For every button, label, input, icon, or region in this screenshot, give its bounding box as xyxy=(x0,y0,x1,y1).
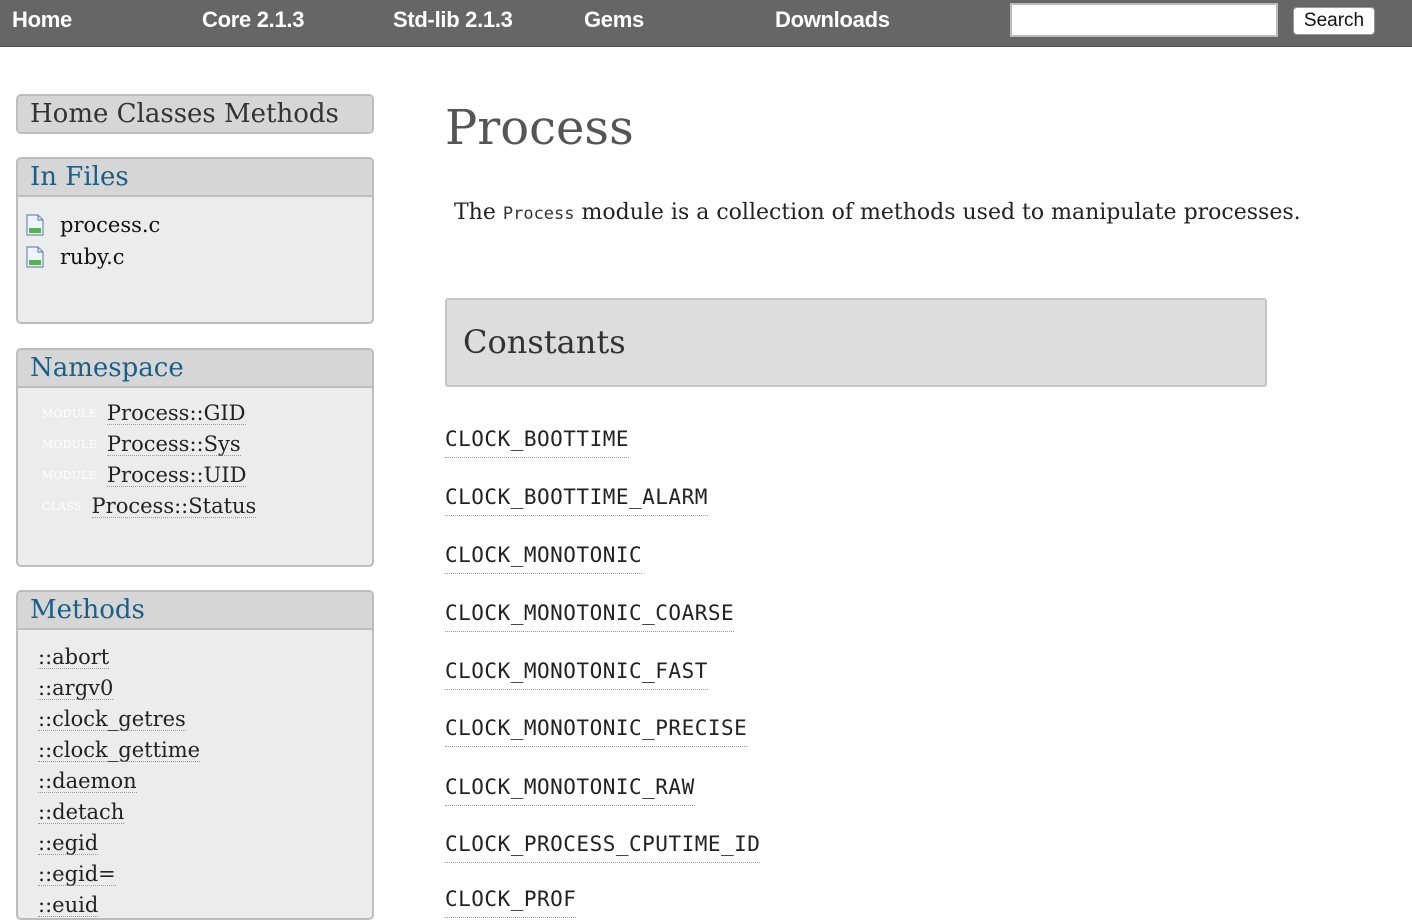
method-item[interactable]: ::egid xyxy=(38,828,372,859)
page-title: Process xyxy=(445,100,634,156)
method-link[interactable]: ::egid= xyxy=(38,863,116,886)
file-item-process-c[interactable]: process.c xyxy=(26,209,372,241)
file-name: ruby.c xyxy=(60,245,125,269)
file-icon xyxy=(26,246,44,268)
constant-item[interactable]: CLOCK_MONOTONIC xyxy=(445,543,643,574)
namespace-type-label: MODULE xyxy=(42,469,97,482)
method-link[interactable]: ::argv0 xyxy=(38,677,114,700)
method-link[interactable]: ::clock_gettime xyxy=(38,739,201,762)
description-text-after: module is a collection of methods used t… xyxy=(574,200,1301,225)
nav-link-home[interactable]: Home xyxy=(12,6,72,34)
methods-title: Methods xyxy=(18,592,372,630)
file-name: process.c xyxy=(60,213,161,237)
method-list: ::abort ::argv0 ::clock_getres ::clock_g… xyxy=(18,630,372,918)
method-item[interactable]: ::clock_getres xyxy=(38,704,372,735)
file-icon xyxy=(26,214,44,236)
top-navigation-bar: Home Core 2.1.3 Std-lib 2.1.3 Gems Downl… xyxy=(0,0,1412,47)
method-link[interactable]: ::clock_getres xyxy=(38,708,186,731)
methods-panel: Methods ::abort ::argv0 ::clock_getres :… xyxy=(16,590,374,920)
constant-item[interactable]: CLOCK_PROF xyxy=(445,887,577,918)
nav-link-gems[interactable]: Gems xyxy=(584,6,644,34)
constant-item[interactable]: CLOCK_BOOTTIME_ALARM xyxy=(445,485,708,516)
method-item[interactable]: ::euid xyxy=(38,890,372,918)
method-item[interactable]: ::detach xyxy=(38,797,372,828)
namespace-item[interactable]: MODULE Process::GID xyxy=(42,398,372,429)
method-link[interactable]: ::egid xyxy=(38,832,99,855)
namespace-type-label: CLASS xyxy=(42,500,82,513)
search-input[interactable] xyxy=(1010,3,1278,37)
namespace-item[interactable]: MODULE Process::UID xyxy=(42,460,372,491)
constant-item[interactable]: CLOCK_MONOTONIC_PRECISE xyxy=(445,716,748,747)
namespace-panel: Namespace MODULE Process::GID MODULE Pro… xyxy=(16,348,374,567)
sidebar-link-home[interactable]: Home xyxy=(30,99,108,129)
namespace-type-label: MODULE xyxy=(42,407,97,420)
namespace-list: MODULE Process::GID MODULE Process::Sys … xyxy=(18,388,372,522)
in-files-panel: In Files process.c ruby.c xyxy=(16,157,374,324)
namespace-title: Namespace xyxy=(18,350,372,388)
method-item[interactable]: ::argv0 xyxy=(38,673,372,704)
namespace-type-label: MODULE xyxy=(42,438,97,451)
method-item[interactable]: ::clock_gettime xyxy=(38,735,372,766)
namespace-link[interactable]: Process::Sys xyxy=(106,433,241,456)
in-files-title: In Files xyxy=(18,159,372,197)
description-text-before: The xyxy=(454,200,503,225)
constant-item[interactable]: CLOCK_PROCESS_CPUTIME_ID xyxy=(445,832,761,863)
constant-item[interactable]: CLOCK_MONOTONIC_RAW xyxy=(445,775,695,806)
method-link[interactable]: ::daemon xyxy=(38,770,137,793)
nav-link-core[interactable]: Core 2.1.3 xyxy=(202,6,304,34)
description-code: Process xyxy=(502,204,575,224)
constant-item[interactable]: CLOCK_MONOTONIC_FAST xyxy=(445,659,708,690)
nav-link-stdlib[interactable]: Std-lib 2.1.3 xyxy=(393,6,513,34)
sidebar-nav-links: Home Classes Methods xyxy=(18,96,372,132)
namespace-item[interactable]: MODULE Process::Sys xyxy=(42,429,372,460)
module-description: The Process module is a collection of me… xyxy=(454,200,1301,225)
file-list: process.c ruby.c xyxy=(18,197,372,273)
nav-link-downloads[interactable]: Downloads xyxy=(775,6,890,34)
search-button[interactable]: Search xyxy=(1293,7,1375,35)
sidebar-link-methods[interactable]: Methods xyxy=(224,99,339,129)
method-item[interactable]: ::daemon xyxy=(38,766,372,797)
namespace-item[interactable]: CLASS Process::Status xyxy=(42,491,372,522)
method-item[interactable]: ::abort xyxy=(38,642,372,673)
file-item-ruby-c[interactable]: ruby.c xyxy=(26,241,372,273)
method-link[interactable]: ::abort xyxy=(38,646,110,669)
sidebar-link-classes[interactable]: Classes xyxy=(117,99,216,129)
sidebar-nav-panel: Home Classes Methods xyxy=(16,94,374,134)
constants-title: Constants xyxy=(463,323,626,361)
constant-item[interactable]: CLOCK_MONOTONIC_COARSE xyxy=(445,601,735,632)
namespace-link[interactable]: Process::GID xyxy=(106,402,246,425)
method-link[interactable]: ::detach xyxy=(38,801,125,824)
namespace-link[interactable]: Process::Status xyxy=(91,495,257,518)
constants-section-header: Constants xyxy=(445,298,1267,387)
namespace-link[interactable]: Process::UID xyxy=(106,464,247,487)
method-item[interactable]: ::egid= xyxy=(38,859,372,890)
method-link[interactable]: ::euid xyxy=(38,894,99,917)
constant-item[interactable]: CLOCK_BOOTTIME xyxy=(445,427,630,458)
